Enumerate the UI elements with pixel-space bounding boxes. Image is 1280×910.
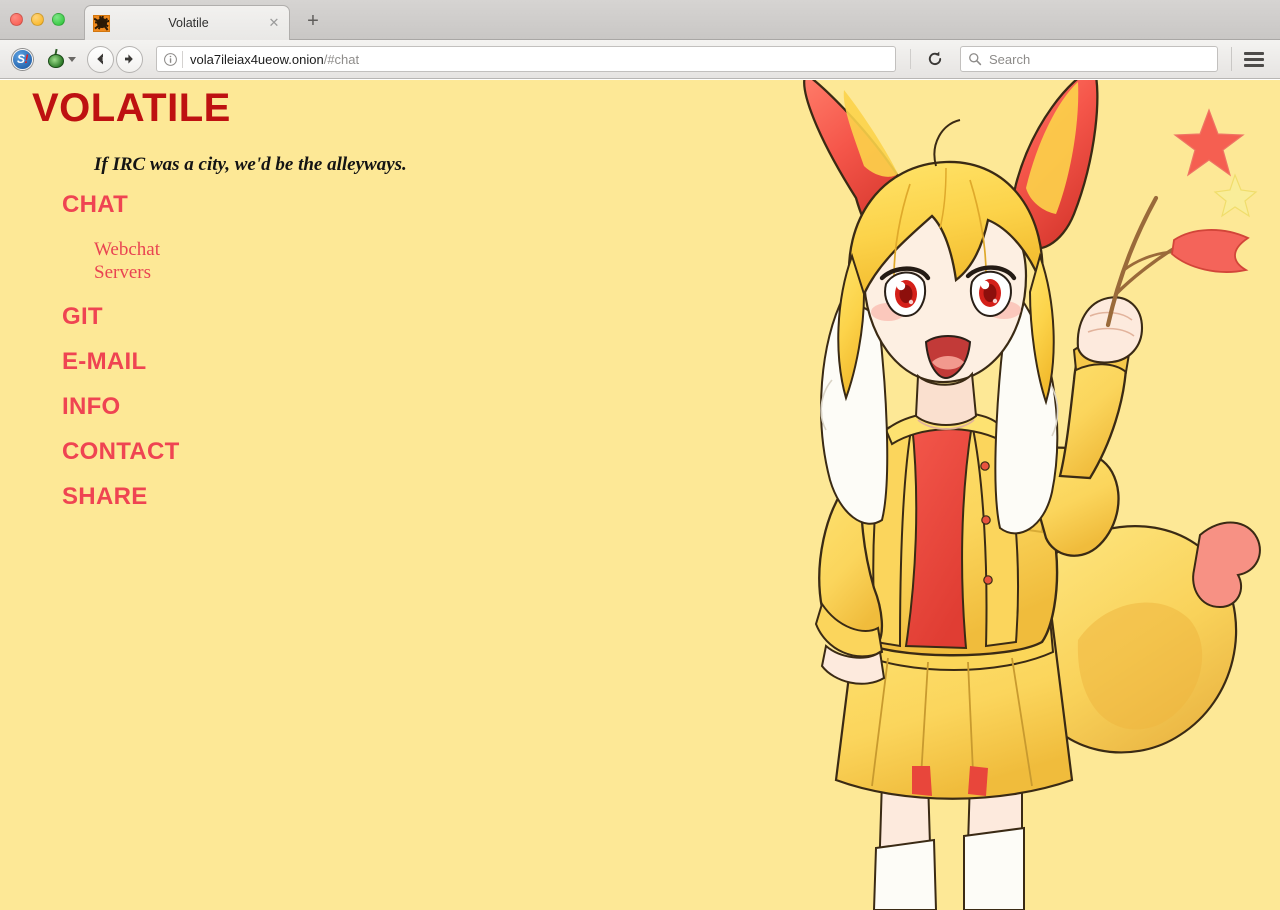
tab-strip: Volatile ✕ + [0, 0, 1280, 40]
tor-onion-button[interactable] [46, 49, 76, 69]
url-text[interactable]: vola7ileiax4ueow.onion/#chat [190, 52, 891, 67]
blonde-hair [838, 120, 1053, 402]
hamburger-menu-icon[interactable] [1244, 52, 1266, 67]
noscript-icon[interactable]: S! [12, 49, 33, 70]
nav-sublist-chat: Webchat Servers [94, 238, 482, 284]
main-navigation: CHAT Webchat Servers GIT E-MAIL INFO CON… [62, 193, 482, 530]
right-arm [1028, 297, 1142, 555]
nav-sublink-servers[interactable]: Servers [94, 261, 151, 284]
page-tagline: If IRC was a city, we'd be the alleyways… [94, 154, 407, 176]
legs-and-socks [874, 780, 1024, 910]
volatile-starburst-favicon [93, 15, 110, 32]
fox-tail [1026, 523, 1260, 753]
nav-sublink-webchat[interactable]: Webchat [94, 238, 160, 261]
face [864, 184, 1026, 382]
red-star-decoration [1175, 110, 1243, 175]
browser-chrome: Volatile ✕ + S! [0, 0, 1280, 80]
back-button[interactable] [87, 46, 114, 73]
facial-features [871, 268, 1021, 378]
navigation-toolbar: S! [0, 40, 1280, 79]
noscript-letter: S [17, 52, 25, 66]
nav-item-share[interactable]: SHARE [62, 485, 148, 509]
search-bar[interactable]: Search [960, 46, 1218, 72]
pleated-skirt [836, 618, 1072, 799]
window-zoom-button[interactable] [52, 13, 65, 26]
twig-with-leaf [1108, 198, 1248, 325]
reload-button[interactable] [921, 46, 949, 72]
nav-item-email[interactable]: E-MAIL [62, 350, 146, 374]
white-hair [821, 292, 1058, 533]
chevron-down-icon [68, 57, 76, 62]
forward-button[interactable] [116, 46, 143, 73]
yellow-star-decoration [1215, 175, 1256, 216]
page-title: VOLATILE [32, 88, 231, 128]
address-bar[interactable]: vola7ileiax4ueow.onion/#chat [156, 46, 896, 72]
browser-window: Volatile ✕ + S! [0, 0, 1280, 910]
menu-divider [1231, 47, 1232, 71]
new-tab-button[interactable]: + [302, 11, 324, 33]
red-shirt [878, 428, 1036, 635]
site-info-icon[interactable] [161, 50, 179, 68]
nav-item-git[interactable]: GIT [62, 305, 103, 329]
page-content: VOLATILE If IRC was a city, we'd be the … [0, 80, 1280, 910]
window-close-button[interactable] [10, 13, 23, 26]
tor-onion-icon [46, 49, 66, 69]
search-input[interactable]: Search [989, 52, 1030, 67]
nav-item-chat[interactable]: CHAT [62, 193, 128, 217]
fox-girl-mascot-illustration [760, 80, 1280, 910]
yellow-cardigan [840, 412, 1057, 656]
fox-ears [804, 80, 1097, 249]
window-controls [10, 13, 65, 26]
address-bar-divider [182, 51, 183, 68]
noscript-bang: ! [25, 52, 29, 66]
nav-item-contact[interactable]: CONTACT [62, 440, 180, 464]
browser-tab[interactable]: Volatile ✕ [84, 5, 290, 40]
neck [916, 374, 976, 429]
url-host: vola7ileiax4ueow.onion [190, 52, 324, 67]
toolbar-divider [910, 49, 911, 69]
nav-item-info[interactable]: INFO [62, 395, 121, 419]
window-minimize-button[interactable] [31, 13, 44, 26]
tab-title: Volatile [110, 16, 267, 30]
search-icon [968, 52, 982, 66]
url-path: /#chat [324, 52, 359, 67]
back-forward-group [87, 46, 143, 73]
tab-close-icon[interactable]: ✕ [267, 16, 281, 30]
left-arm [816, 478, 884, 684]
